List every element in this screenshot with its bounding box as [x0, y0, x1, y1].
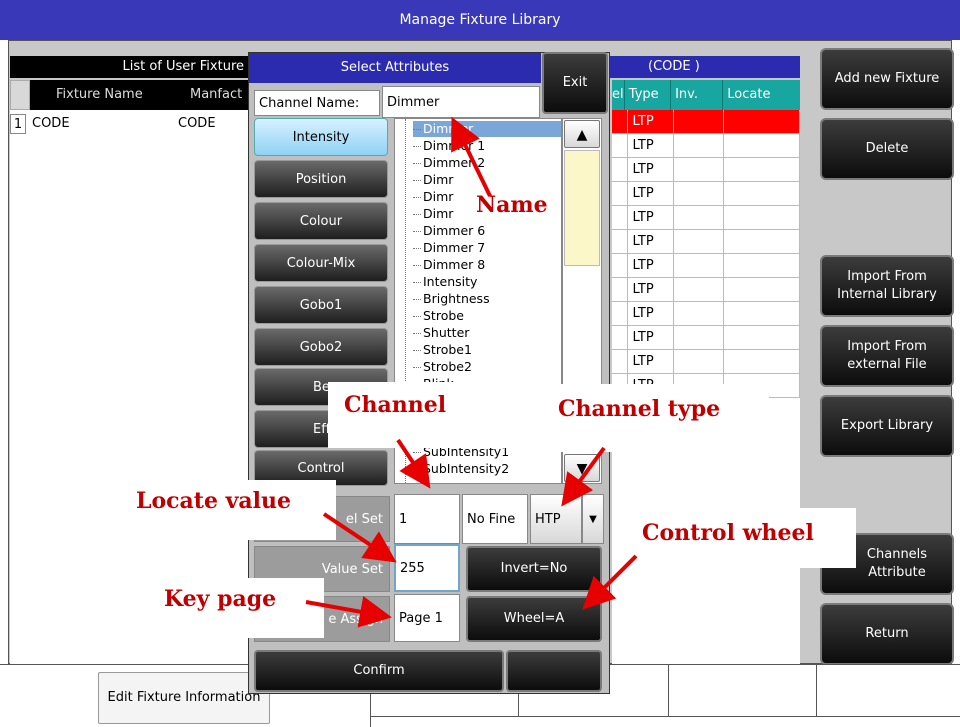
- arrow-locate-value: [322, 512, 397, 563]
- arrow-name: [451, 116, 492, 197]
- arrow-key-page: [305, 596, 392, 628]
- annotation-arrows: [305, 116, 638, 628]
- arrow-channel-type: [561, 446, 606, 507]
- arrow-control-wheel: [582, 554, 638, 610]
- arrow-channel: [396, 438, 431, 489]
